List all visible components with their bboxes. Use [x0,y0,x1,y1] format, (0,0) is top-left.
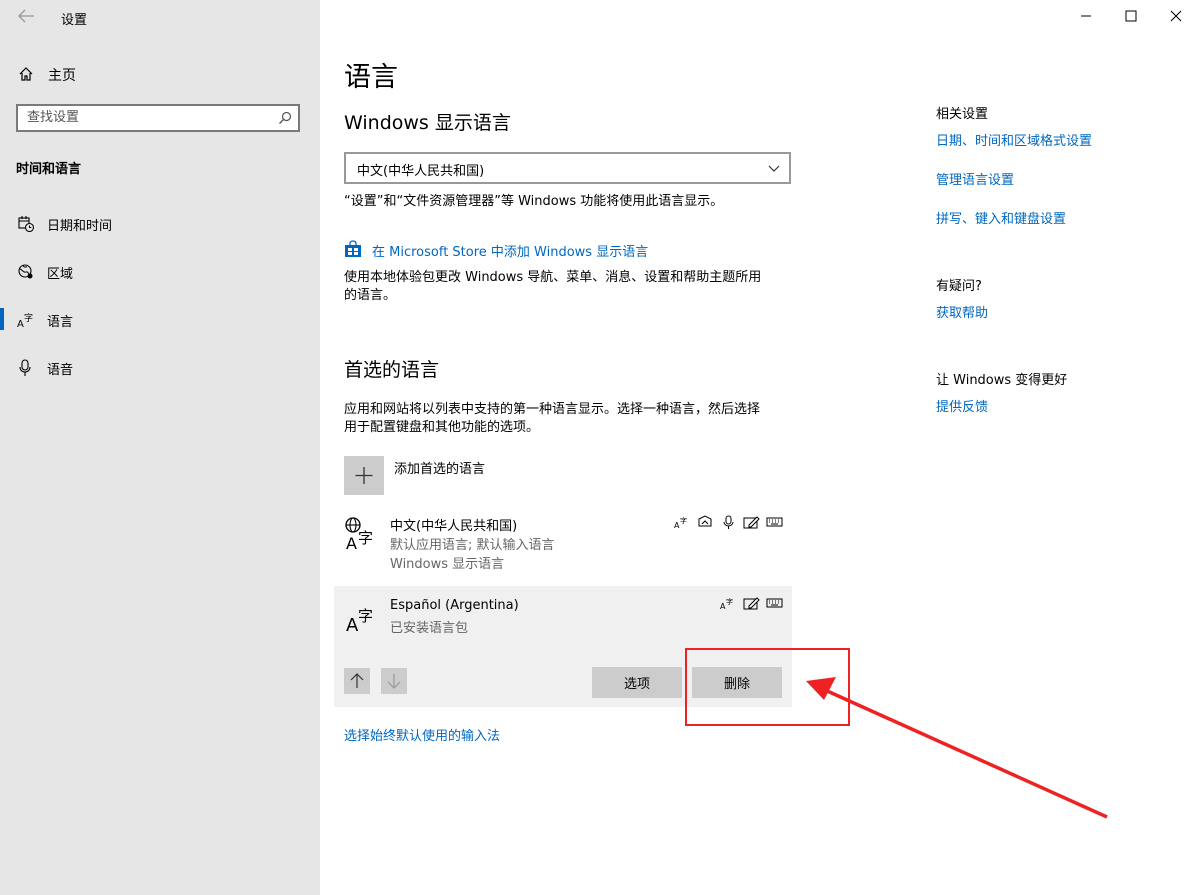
store-bag-icon [345,240,361,257]
annotation-highlight-box [685,648,850,726]
active-indicator [0,308,4,330]
maximize-button[interactable] [1121,6,1141,26]
sidebar-section-title: 时间和语言 [16,162,82,177]
language-icon: A字 [17,312,33,329]
options-button[interactable]: 选项 [592,667,682,698]
related-link-date-region-format[interactable]: 日期、时间和区域格式设置 [936,130,1092,149]
arrow-up-icon [350,673,364,688]
chevron-down-icon [768,165,780,172]
search-icon[interactable] [278,111,292,125]
search-input[interactable] [27,110,267,125]
feedback-link[interactable]: 提供反馈 [936,396,988,415]
preferred-description-line2: 用于配置键盘和其他功能的选项。 [344,420,540,435]
related-link-spelling-typing-keyboard[interactable]: 拼写、键入和键盘设置 [936,208,1066,227]
close-button[interactable] [1166,6,1186,26]
language-item-chinese[interactable]: A 字 中文(中华人民共和国) 默认应用语言; 默认输入语言 Windows 显… [334,507,792,583]
language-features: A字 [674,515,783,529]
move-down-button[interactable] [381,668,407,694]
display-language-dropdown[interactable]: 中文(中华人民共和国) [344,152,791,184]
sidebar-item-label: 区域 [47,267,74,282]
language-detail: 默认应用语言; 默认输入语言 [390,538,555,553]
sidebar-item-label: 语音 [47,363,74,378]
sidebar-item-date-time[interactable]: 日期和时间 [0,210,320,238]
speech-feature-icon [698,515,712,527]
language-detail: Windows 显示语言 [390,557,505,572]
related-link-manage-language[interactable]: 管理语言设置 [936,169,1014,188]
sidebar-item-label: 日期和时间 [47,219,113,234]
display-language-glyph-icon: A 字 [345,517,373,550]
language-name: 中文(中华人民共和国) [390,519,518,534]
back-button[interactable] [16,7,36,25]
preferred-description-line1: 应用和网站将以列表中支持的第一种语言显示。选择一种语言，然后选择 [344,402,761,417]
related-settings-heading: 相关设置 [936,107,989,122]
svg-text:字: 字 [24,312,33,324]
language-detail: 已安装语言包 [390,621,469,636]
language-name: Español (Argentina) [390,598,519,613]
search-box [16,104,300,132]
globe-region-icon [18,264,33,279]
question-heading: 有疑问? [936,279,982,294]
handwriting-feature-icon [743,597,760,610]
close-icon [1170,10,1182,22]
display-language-description: “设置”和“文件资源管理器”等 Windows 功能将使用此语言显示。 [344,194,724,209]
display-language-feature-icon: A字 [720,597,733,610]
minimize-button[interactable] [1076,6,1096,26]
add-language-button[interactable]: 添加首选的语言 [344,456,744,496]
store-description-line2: 的语言。 [344,288,397,303]
app-title: 设置 [61,13,88,28]
svg-text:字: 字 [680,516,687,525]
nav-home-label: 主页 [48,68,76,84]
home-icon [19,67,33,81]
minimize-icon [1081,15,1091,17]
add-language-label: 添加首选的语言 [394,462,486,477]
svg-text:字: 字 [726,597,733,606]
svg-text:字: 字 [358,607,373,625]
sidebar-item-speech[interactable]: 语音 [0,354,320,382]
plus-tile [344,456,384,495]
sidebar-item-region[interactable]: 区域 [0,258,320,286]
microphone-feature-icon [723,515,734,529]
calendar-clock-icon [18,216,35,233]
get-help-link[interactable]: 获取帮助 [936,302,988,321]
keyboard-feature-icon [766,517,783,527]
svg-text:A: A [346,534,357,550]
sidebar-item-language[interactable]: A字 语言 [0,306,320,334]
store-description-line1: 使用本地体验包更改 Windows 导航、菜单、消息、设置和帮助主题所用 [344,270,762,285]
store-link-label: 在 Microsoft Store 中添加 Windows 显示语言 [372,245,649,260]
svg-text:A: A [17,319,24,329]
language-features: A字 [720,596,783,610]
arrow-down-icon [387,674,401,689]
language-glyph-icon: A 字 [346,607,373,633]
keyboard-feature-icon [766,598,783,608]
nav-home[interactable]: 主页 [16,63,306,85]
back-arrow-icon [18,9,34,23]
display-language-feature-icon: A字 [674,516,687,529]
sidebar-item-label: 语言 [47,315,74,330]
microphone-icon [19,359,31,376]
handwriting-feature-icon [743,516,760,529]
sidebar: 设置 主页 时间和语言 日期和时间 区域 A字 语言 语音 [0,0,320,895]
plus-icon [355,467,373,484]
display-language-heading: Windows 显示语言 [344,112,511,134]
preferred-language-heading: 首选的语言 [344,359,440,381]
svg-text:字: 字 [358,529,373,547]
improve-windows-heading: 让 Windows 变得更好 [936,373,1068,388]
display-language-selected: 中文(中华人民共和国) [357,164,485,179]
maximize-icon [1125,10,1137,22]
input-method-link[interactable]: 选择始终默认使用的输入法 [344,725,500,744]
move-up-button[interactable] [344,668,370,694]
page-title: 语言 [344,62,398,93]
